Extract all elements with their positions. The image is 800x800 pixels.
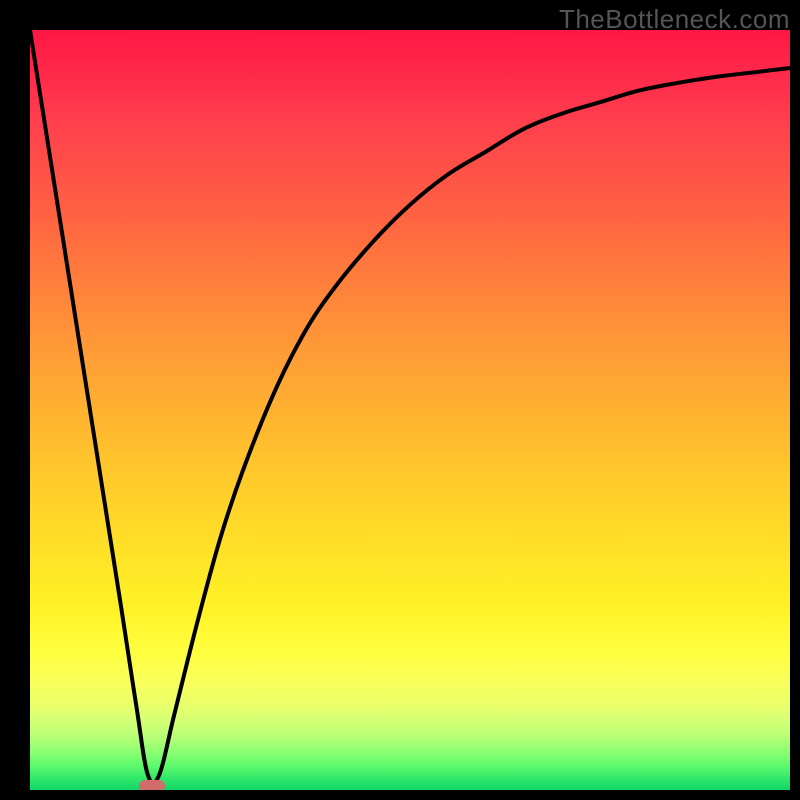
plot-area [30, 30, 790, 790]
curve-svg [30, 30, 790, 790]
watermark-text: TheBottleneck.com [559, 4, 790, 35]
bottleneck-curve [30, 30, 790, 784]
optimal-point-marker [139, 780, 165, 790]
chart-frame: TheBottleneck.com [0, 0, 800, 800]
